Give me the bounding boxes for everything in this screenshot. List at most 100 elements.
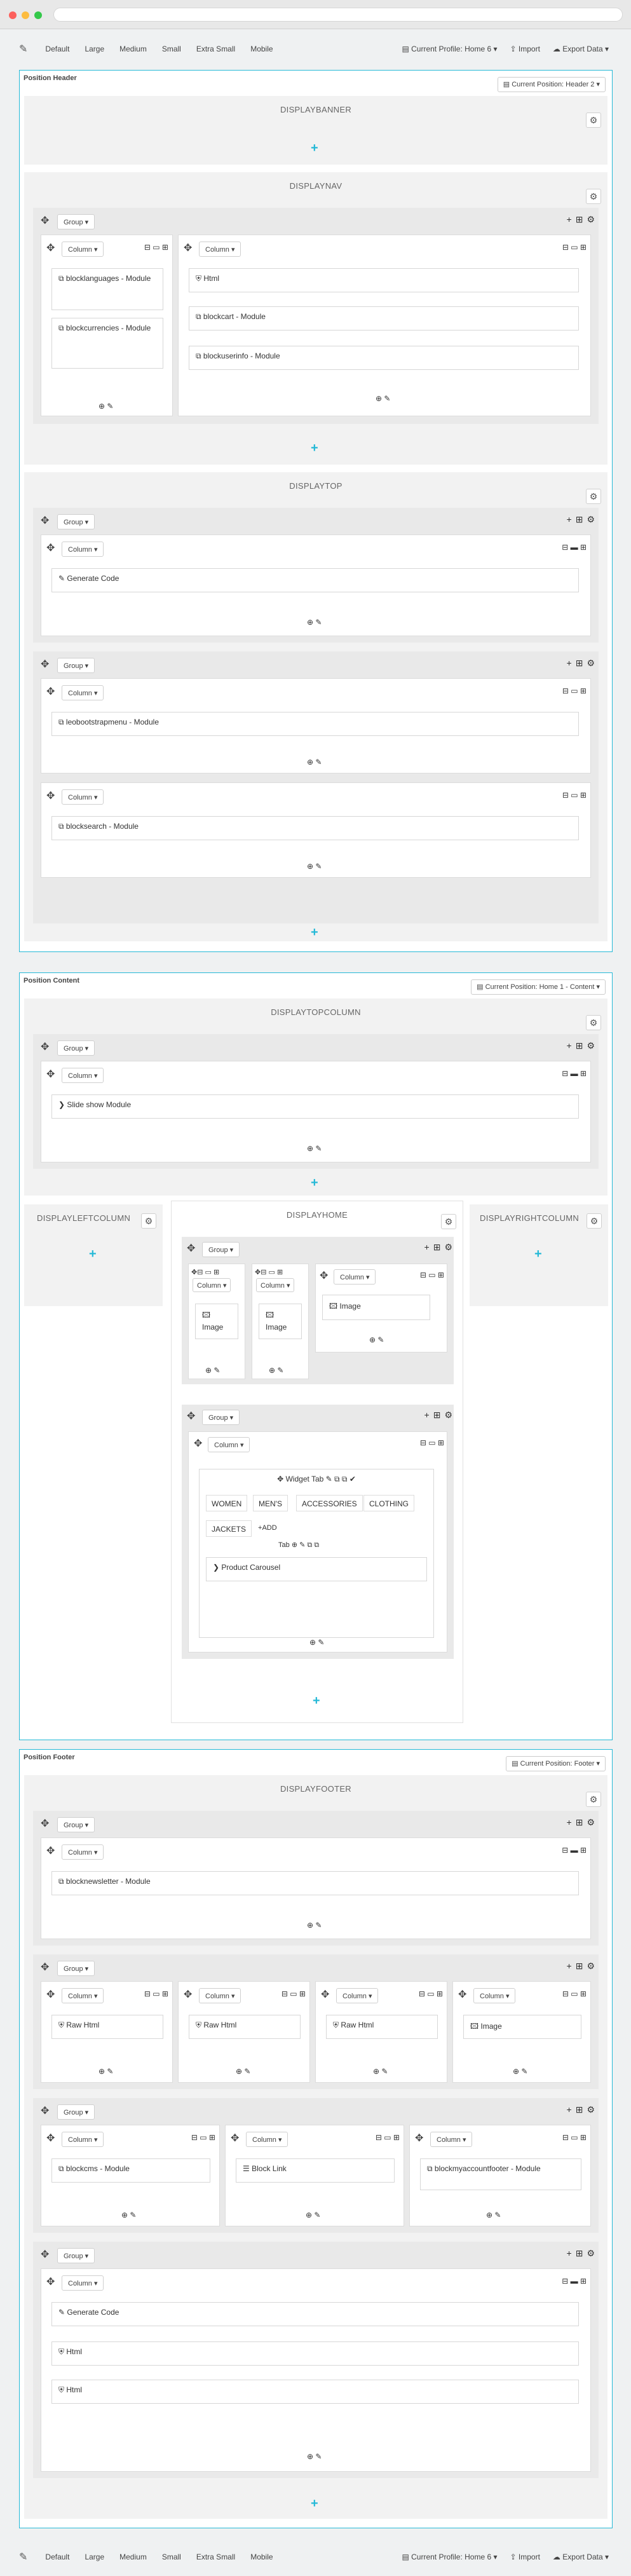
widget-module[interactable]: ⧉ blockuserinfo - Module (189, 346, 579, 370)
add-group-icon[interactable]: + (311, 442, 318, 454)
group-dropdown[interactable]: Group ▾ (57, 2248, 95, 2263)
group-tools-icons[interactable]: +⊞⚙ (567, 1040, 599, 1051)
column-tools-icons[interactable]: ⊟ ▬ ⊞ (562, 2277, 587, 2286)
move-icon[interactable]: ✥ (46, 242, 55, 254)
tab-mens[interactable]: MEN'S (253, 1495, 288, 1511)
widget-html[interactable]: ⛨ Html (189, 268, 579, 292)
column-footer-icons[interactable]: ⊕ ✎ (307, 862, 322, 871)
column-tools-icons[interactable]: ⊟ ▭ ⊞ (562, 243, 587, 252)
group-dropdown[interactable]: Group ▾ (57, 1961, 95, 1976)
widget-module[interactable]: ⧉ blockcurrencies - Module (51, 318, 163, 369)
position-select[interactable]: ▤ Current Position: Footer ▾ (506, 1756, 606, 1771)
move-icon[interactable]: ✥ (46, 2275, 55, 2288)
move-icon[interactable]: ✥ (277, 1475, 285, 1483)
move-icon[interactable]: ✥ (184, 242, 192, 254)
group-tools-icons[interactable]: +⊞⚙ (567, 514, 599, 525)
widget-module[interactable]: ⧉ blockmyaccountfooter - Module (420, 2158, 581, 2190)
device-default[interactable]: Default (45, 44, 69, 53)
widget-module[interactable]: ⧉ leobootstrapmenu - Module (51, 712, 579, 736)
column-dropdown[interactable]: Column ▾ (473, 1988, 516, 2003)
column-dropdown[interactable]: Column ▾ (62, 1844, 104, 1860)
import-button[interactable]: ⇪ Import (510, 44, 540, 53)
move-icon[interactable]: ✥ (46, 1844, 55, 1857)
gear-icon[interactable]: ⚙ (586, 489, 601, 504)
device-medium[interactable]: Medium (119, 2552, 147, 2561)
column-dropdown[interactable]: Column ▾ (62, 2275, 104, 2291)
group-tools-icons[interactable]: +⊞⚙ (567, 658, 599, 669)
column-footer-icons[interactable]: ⊕ ✎ (307, 1144, 322, 1153)
move-icon[interactable]: ✥ (184, 1988, 192, 2001)
move-icon[interactable]: ✥ (41, 658, 49, 671)
profile-dropdown[interactable]: ▤ Current Profile: Home 6 ▾ (402, 2552, 497, 2561)
move-icon[interactable]: ✥ (194, 1437, 202, 1450)
column-tools-icons[interactable]: ⊟ ▭ ⊞ (282, 1989, 306, 1998)
export-dropdown[interactable]: ☁ Export Data ▾ (553, 2552, 609, 2561)
gear-icon[interactable]: ⚙ (586, 112, 601, 128)
group-dropdown[interactable]: Group ▾ (57, 1817, 95, 1832)
column-dropdown[interactable]: Column ▾ (430, 2132, 473, 2147)
device-medium[interactable]: Medium (119, 44, 147, 53)
column-footer-icons[interactable]: ⊕ ✎ (121, 2211, 136, 2219)
group-dropdown[interactable]: Group ▾ (202, 1410, 240, 1425)
group-tools-icons[interactable]: +⊞⚙ (567, 214, 599, 225)
column-dropdown[interactable]: Column ▾ (336, 1988, 379, 2003)
widget-image[interactable]: 🖾 Image (259, 1304, 302, 1339)
add-tab-button[interactable]: +ADD (258, 1524, 277, 1532)
column-dropdown[interactable]: Column ▾ (208, 1437, 250, 1452)
gear-icon[interactable]: ⚙ (586, 1792, 601, 1807)
position-select[interactable]: ▤ Current Position: Header 2 ▾ (497, 77, 606, 92)
export-dropdown[interactable]: ☁ Export Data ▾ (553, 44, 609, 53)
column-dropdown[interactable]: Column ▾ (193, 1278, 231, 1292)
gear-icon[interactable]: ⚙ (141, 1213, 156, 1229)
widget-block-link[interactable]: ☰ Block Link (236, 2158, 395, 2183)
import-button[interactable]: ⇪ Import (510, 2552, 540, 2561)
column-footer-icons[interactable]: ⊕ ✎ (486, 2211, 501, 2219)
column-dropdown[interactable]: Column ▾ (62, 2132, 104, 2147)
pencil-icon[interactable]: ✎ (19, 43, 27, 55)
column-tools-icons[interactable]: ⊟ ▭ ⊞ (562, 791, 587, 800)
move-icon[interactable]: ✥ (46, 2132, 55, 2144)
add-group-icon[interactable]: + (311, 142, 318, 154)
profile-dropdown[interactable]: ▤ Current Profile: Home 6 ▾ (402, 44, 497, 53)
add-group-icon[interactable]: + (534, 1248, 542, 1260)
widget-html[interactable]: ⛨ Html (51, 2380, 579, 2404)
device-extra-small[interactable]: Extra Small (196, 44, 235, 53)
column-footer-icons[interactable]: ⊕ ✎ (376, 394, 390, 403)
move-icon[interactable]: ✥ (320, 1269, 328, 1282)
widget-image[interactable]: 🖾 Image (322, 1295, 430, 1320)
column-tools-icons[interactable]: ⊟ ▬ ⊞ (562, 1069, 587, 1078)
minimize-window-dot[interactable] (22, 11, 29, 19)
column-dropdown[interactable]: Column ▾ (199, 242, 241, 257)
column-dropdown[interactable]: Column ▾ (246, 2132, 288, 2147)
device-small[interactable]: Small (162, 2552, 181, 2561)
column-footer-icons[interactable]: ⊕ ✎ (307, 1921, 322, 1930)
move-icon[interactable]: ✥ (41, 1961, 49, 1973)
add-group-icon[interactable]: + (311, 1176, 318, 1189)
group-tools-icons[interactable]: +⊞⚙ (567, 2104, 599, 2115)
column-tools-icons[interactable]: ⊟ ▭ ⊞ (420, 1271, 444, 1279)
gear-icon[interactable]: ⚙ (441, 1214, 456, 1229)
move-icon[interactable]: ✥ (415, 2132, 423, 2144)
tab-jackets[interactable]: JACKETS (206, 1520, 252, 1537)
column-tools-icons[interactable]: ⊟ ▬ ⊞ (562, 543, 587, 552)
move-icon[interactable]: ✥ (187, 1410, 195, 1422)
column-tools-icons[interactable]: ⊟ ▭ ⊞ (144, 243, 168, 252)
column-tools-icons[interactable]: ✥⊟ ▭ ⊞ (255, 1268, 283, 1276)
column-footer-icons[interactable]: ⊕ ✎ (98, 402, 113, 411)
device-mobile[interactable]: Mobile (250, 44, 273, 53)
move-icon[interactable]: ✥ (46, 789, 55, 802)
gear-icon[interactable]: ⚙ (586, 1015, 601, 1030)
maximize-window-dot[interactable] (34, 11, 42, 19)
widget-module[interactable]: ⧉ blocklanguages - Module (51, 268, 163, 310)
widget-module[interactable]: ⧉ blocknewsletter - Module (51, 1871, 579, 1895)
gear-icon[interactable]: ⚙ (587, 1213, 602, 1229)
column-footer-icons[interactable]: ⊕ ✎ (236, 2067, 250, 2076)
column-dropdown[interactable]: Column ▾ (62, 542, 104, 557)
tab-accessories[interactable]: ACCESSORIES (296, 1495, 363, 1511)
group-dropdown[interactable]: Group ▾ (57, 1040, 95, 1056)
move-icon[interactable]: ✥ (458, 1988, 466, 2001)
tab-tools-icons[interactable]: ✎ ⧉ ⧉ ✔ (326, 1475, 356, 1483)
widget-raw-html[interactable]: ⛨ Raw Html (326, 2015, 438, 2039)
group-dropdown[interactable]: Group ▾ (57, 658, 95, 673)
group-tools-icons[interactable]: +⊞⚙ (567, 1961, 599, 1972)
